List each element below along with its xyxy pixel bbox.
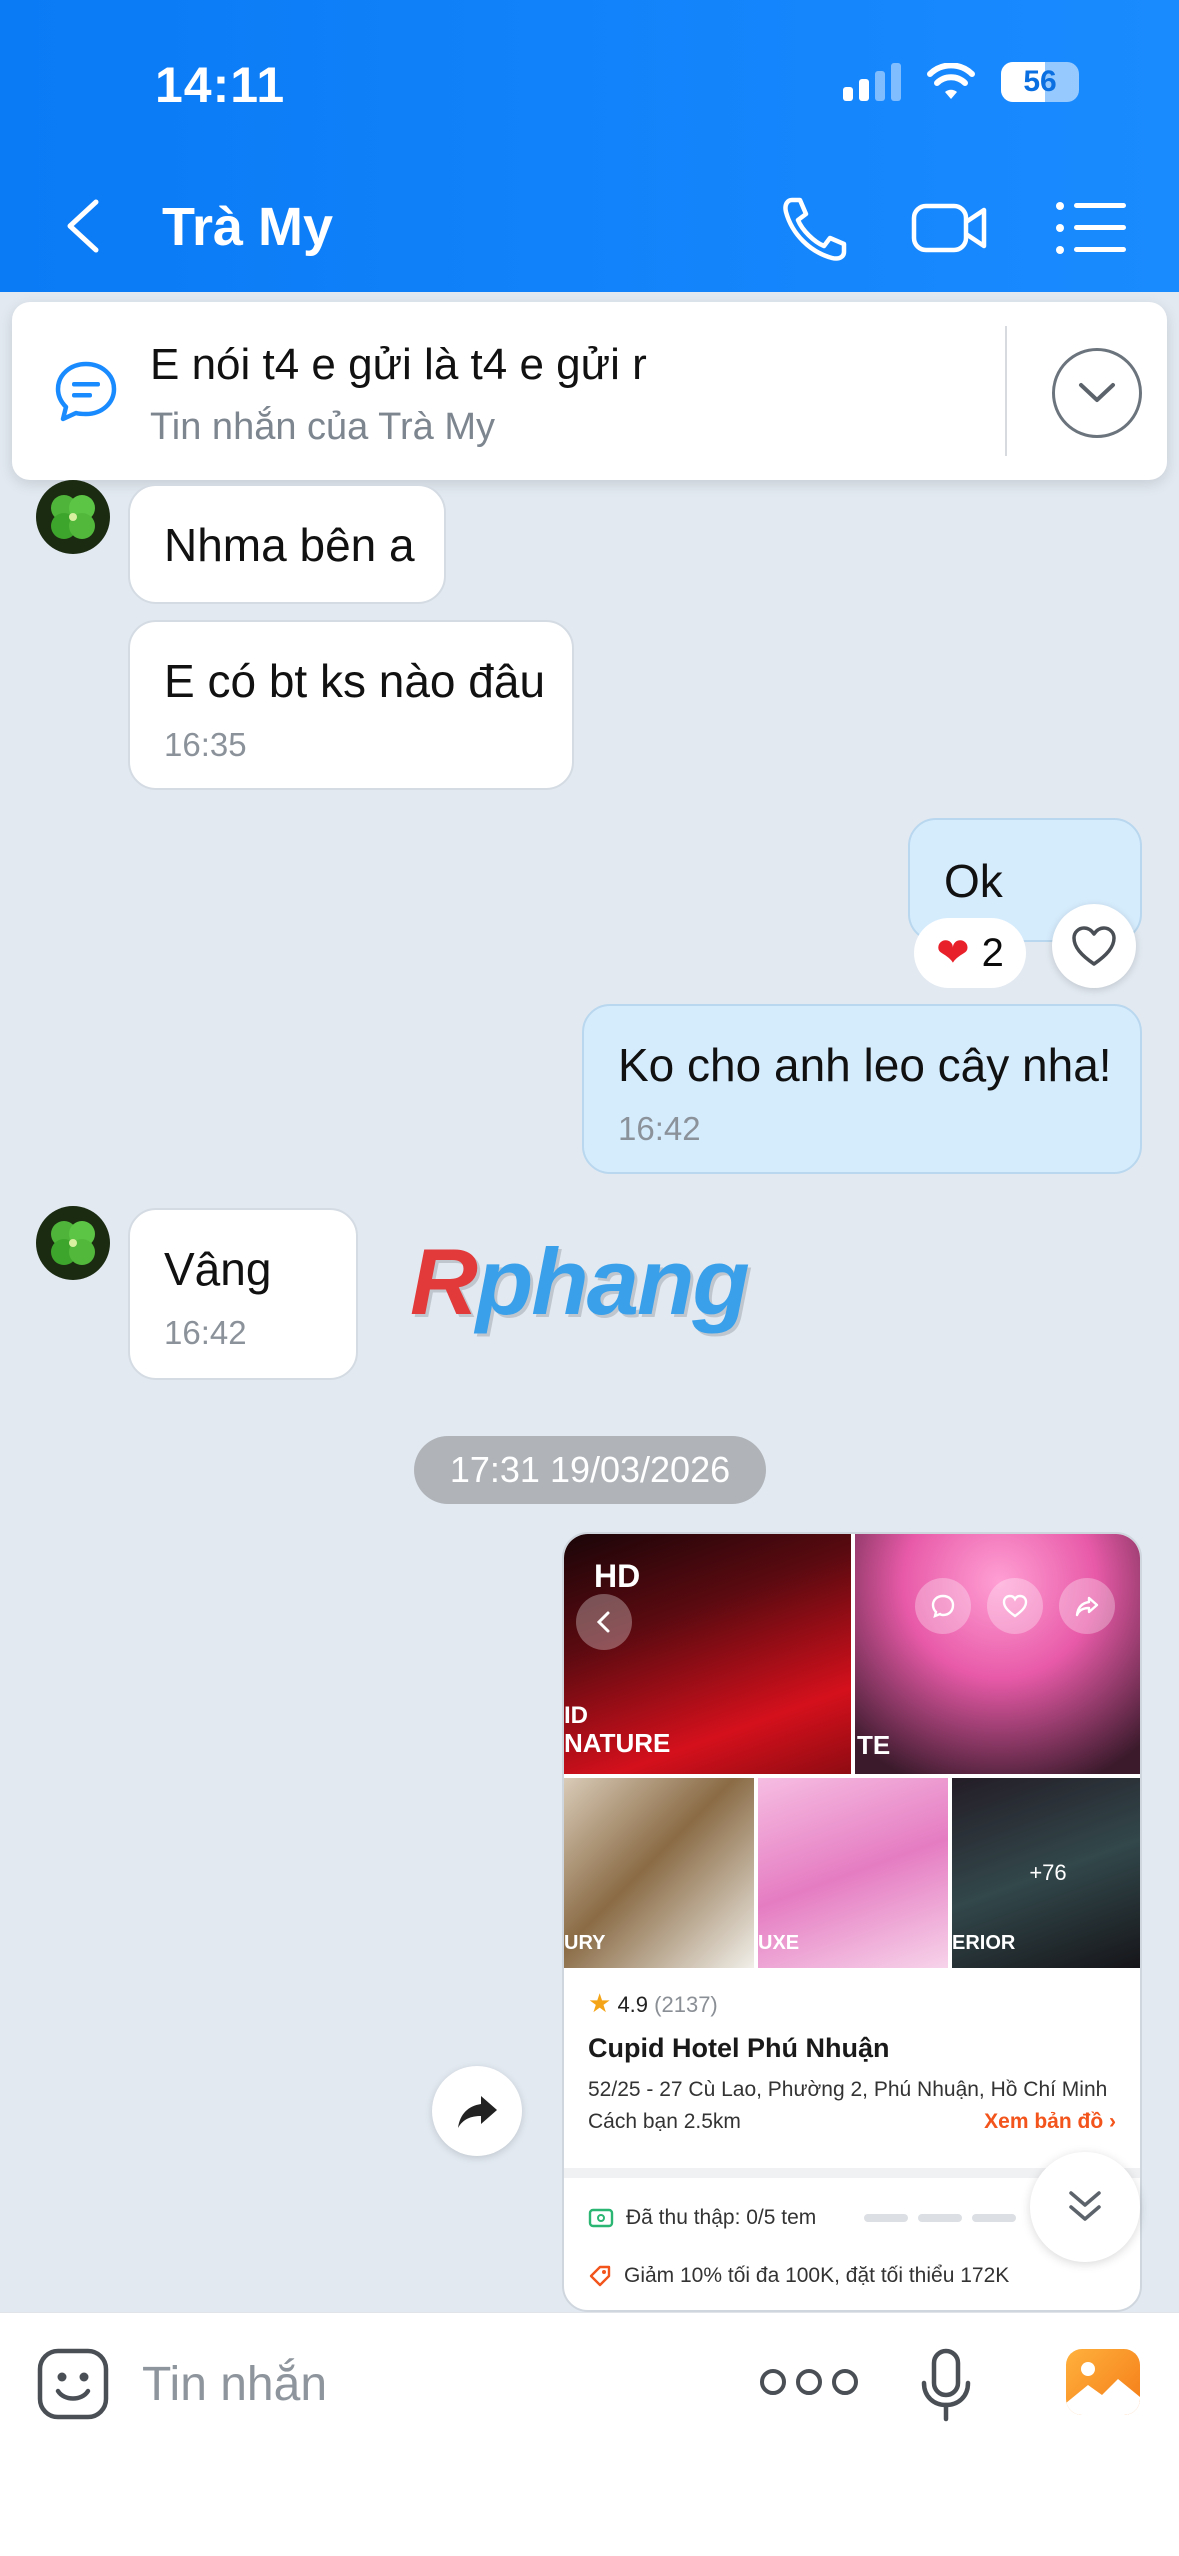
hotel-photo: HD ID NATURE: [564, 1534, 851, 1774]
hotel-distance: Cách bạn 2.5km: [588, 2110, 741, 2133]
reaction-summary[interactable]: ❤ 2: [914, 918, 1026, 988]
wifi-icon: [927, 63, 975, 99]
photo-label: TE: [857, 1730, 891, 1760]
ticket-icon: [588, 2208, 614, 2228]
status-time: 14:11: [155, 57, 286, 113]
message-input-bar: Tin nhắn: [0, 2312, 1179, 2556]
pinned-subtitle: Tin nhắn của Trà My: [150, 406, 495, 448]
chat-title[interactable]: Trà My: [162, 196, 333, 258]
hotel-photo: TE: [855, 1534, 1140, 1774]
back-icon[interactable]: [60, 198, 108, 254]
chat-header: 14:11 56 Trà My: [0, 0, 1179, 292]
scroll-to-bottom-button[interactable]: [1030, 2152, 1140, 2262]
photo-label: ID: [564, 1702, 588, 1729]
sticker-icon[interactable]: [36, 2347, 110, 2421]
message-time: 16:42: [618, 1110, 701, 1147]
heart-overlay-icon: [987, 1578, 1043, 1634]
expand-pinned-button[interactable]: [1052, 348, 1142, 438]
heart-reaction-icon: ❤: [936, 931, 970, 975]
hotel-rating: ★ 4.9 (2137): [588, 1988, 1116, 2019]
stamp-perk: Đã thu thập: 0/5 tem: [588, 2206, 816, 2230]
menu-icon[interactable]: [1052, 192, 1132, 264]
status-icons: 56: [843, 62, 1079, 102]
hotel-address: 52/25 - 27 Cù Lao, Phường 2, Phú Nhuận, …: [588, 2078, 1108, 2101]
hotel-photo: +76 ERIOR: [952, 1778, 1140, 1968]
video-call-icon[interactable]: [910, 192, 990, 264]
hotel-photo: UXE: [758, 1778, 948, 1968]
comment-overlay-icon: [915, 1578, 971, 1634]
message-time: 16:35: [164, 726, 247, 763]
message-text: E có bt ks nào đâu: [164, 655, 546, 707]
message-input[interactable]: Tin nhắn: [142, 2357, 327, 2412]
divider: [1005, 326, 1007, 456]
chevron-down-icon: [1079, 383, 1115, 402]
photo-label: NATURE: [564, 1728, 671, 1758]
battery-level: 56: [1023, 65, 1057, 98]
avatar[interactable]: [36, 1206, 110, 1280]
star-icon: ★: [588, 1988, 612, 2018]
pinned-text: E nói t4 e gửi là t4 e gửi r: [150, 340, 647, 389]
photo-label: UXE: [758, 1932, 800, 1954]
stamp-text: Đã thu thập: 0/5 tem: [626, 2206, 817, 2229]
react-button[interactable]: [1052, 904, 1136, 988]
watermark-rest: phang: [475, 1229, 750, 1334]
watermark-first-letter: R: [410, 1229, 478, 1334]
message-time: 16:42: [164, 1314, 247, 1351]
rating-value: 4.9: [617, 1992, 649, 2017]
hotel-photo: URY: [564, 1778, 754, 1968]
forward-button[interactable]: [432, 2066, 522, 2156]
pinned-message[interactable]: E nói t4 e gửi là t4 e gửi r Tin nhắn củ…: [12, 302, 1167, 480]
tag-icon: [589, 2265, 611, 2287]
clover-avatar-icon: [51, 1221, 95, 1265]
message-bubble-sent[interactable]: Ko cho anh leo cây nha! 16:42: [582, 1004, 1142, 1174]
avatar[interactable]: [36, 480, 110, 554]
chat-bubble-icon: [55, 361, 117, 422]
message-bubble-received[interactable]: Nhma bên a: [128, 484, 446, 604]
double-chevron-down-icon: [1069, 2191, 1101, 2221]
phone-icon[interactable]: [778, 192, 858, 264]
microphone-icon[interactable]: [918, 2347, 974, 2425]
forward-icon: [458, 2096, 497, 2128]
discount-text: Giảm 10% tối đa 100K, đặt tối thiểu 172K: [624, 2264, 1010, 2287]
photo-label: URY: [564, 1932, 606, 1954]
share-overlay-icon: [1059, 1578, 1115, 1634]
watermark-logo: Rphang: [410, 1228, 750, 1336]
more-options-icon[interactable]: [760, 2369, 858, 2395]
hotel-name: Cupid Hotel Phú Nhuận: [588, 2033, 890, 2063]
heart-outline-icon: [1072, 926, 1116, 966]
view-map-link: Xem bản đồ ›: [984, 2110, 1116, 2133]
chevron-left-icon: [596, 1611, 610, 1633]
hd-label: HD: [594, 1558, 641, 1594]
photo-label: ERIOR: [952, 1932, 1016, 1954]
message-text: Nhma bên a: [164, 519, 415, 571]
discount-perk: Giảm 10% tối đa 100K, đặt tối thiểu 172K: [588, 2264, 1009, 2288]
rating-count: (2137): [654, 1992, 718, 2017]
hotel-info: ★ 4.9 (2137) Cupid Hotel Phú Nhuận 52/25…: [564, 1972, 1140, 2134]
message-bubble-received[interactable]: E có bt ks nào đâu 16:35: [128, 620, 574, 790]
clover-avatar-icon: [51, 495, 95, 539]
message-text: Ko cho anh leo cây nha!: [618, 1039, 1112, 1091]
message-text: Vâng: [164, 1243, 272, 1295]
cellular-signal-icon: [843, 63, 901, 101]
prev-photo-button: [576, 1594, 632, 1650]
progress-dots: [864, 2214, 1016, 2222]
message-bubble-received[interactable]: Vâng 16:42: [128, 1208, 358, 1380]
battery-icon: 56: [1001, 62, 1079, 102]
message-text: Ok: [944, 855, 1003, 907]
gallery-icon[interactable]: [1066, 2349, 1140, 2415]
date-separator: 17:31 19/03/2026: [414, 1436, 766, 1504]
reaction-count: 2: [981, 930, 1004, 975]
